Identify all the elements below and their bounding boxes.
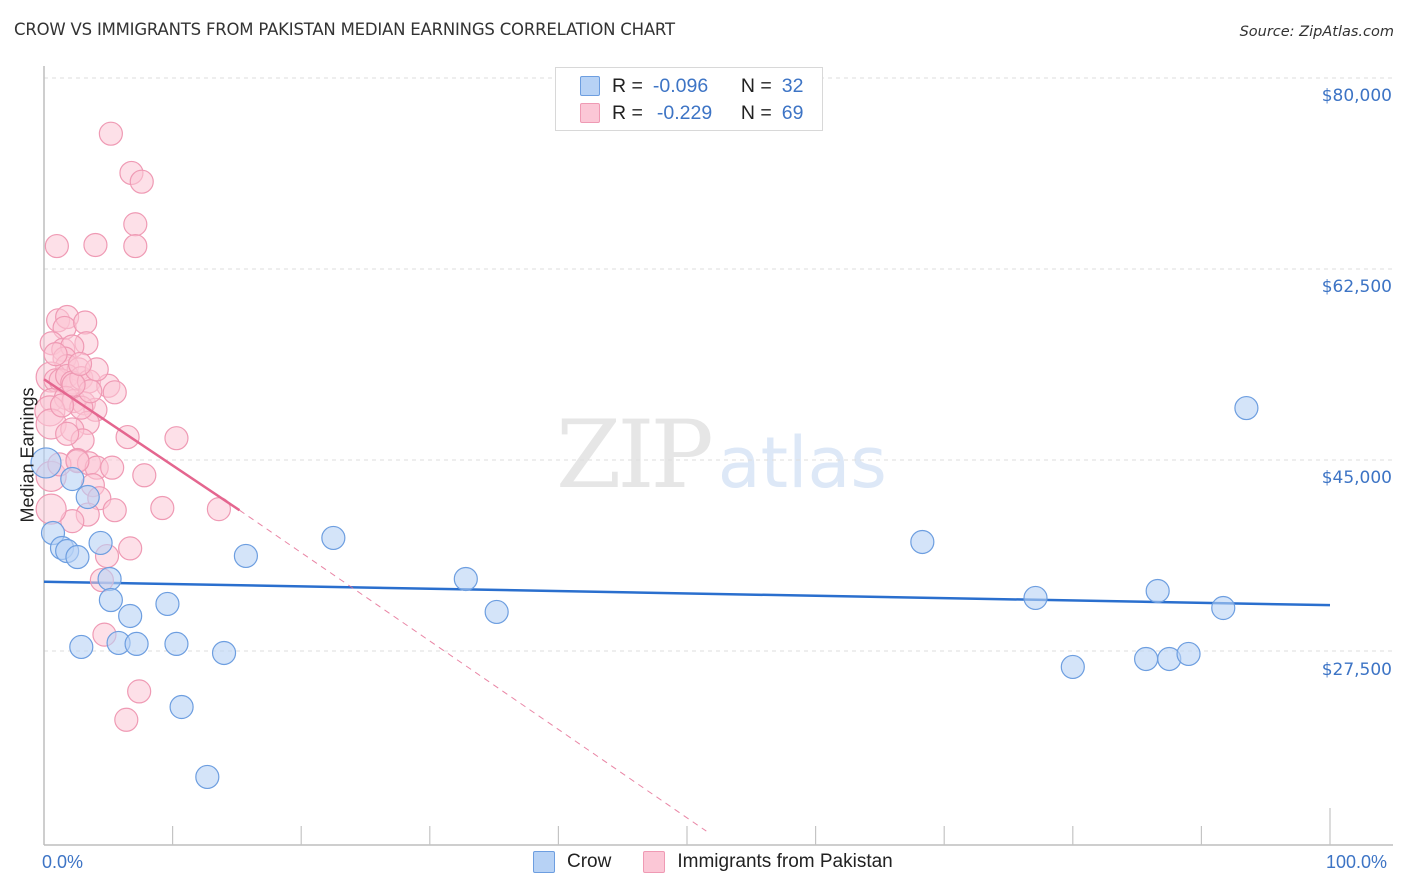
n-label: N = (740, 101, 772, 124)
crow-point (98, 587, 123, 613)
crow-point (88, 530, 113, 556)
x-tick-label: 0.0% (42, 852, 84, 872)
y-tick-label: $62,500 (1321, 277, 1392, 297)
crow-point (164, 631, 189, 657)
pakistan-point (100, 455, 125, 480)
pakistan-point (35, 493, 67, 525)
crow-point (1023, 585, 1048, 611)
legend-item-crow[interactable]: Crow (533, 851, 611, 873)
pakistan-point (83, 232, 108, 258)
n-value: 69 (781, 101, 804, 124)
r-value: -0.229 (656, 101, 713, 124)
legend-label: Immigrants from Pakistan (677, 851, 893, 872)
crow-point (484, 599, 509, 625)
crow-swatch-icon (533, 851, 555, 873)
pakistan-point (118, 536, 143, 561)
scatter-plot (30, 66, 1393, 846)
crow-point (1176, 641, 1201, 667)
crow-point (453, 566, 478, 592)
crow-point (321, 525, 346, 551)
pakistan-point (67, 351, 93, 377)
legend-item-pakistan[interactable]: Immigrants from Pakistan (643, 851, 893, 873)
pakistan-swatch-icon (643, 851, 666, 873)
correlation-legend: R = -0.096 N = 32 R = -0.229 N = 69 (555, 67, 823, 131)
crow-point (75, 484, 100, 510)
crow-point (1060, 654, 1085, 680)
crow-point (60, 466, 85, 492)
crow-point (211, 640, 237, 666)
pakistan-point (73, 310, 98, 335)
legend-row-pakistan: R = -0.229 N = 69 (580, 100, 803, 126)
crow-point (97, 566, 122, 592)
crow-point (1134, 646, 1159, 672)
crow-point (1145, 578, 1170, 604)
pakistan-point (127, 679, 152, 704)
pakistan-trend-extension (239, 509, 707, 832)
pakistan-point (164, 426, 189, 451)
x-tick-label: 100.0% (1326, 852, 1388, 872)
crow-point (118, 603, 143, 629)
n-value: 32 (781, 74, 804, 97)
pakistan-point (44, 233, 69, 259)
crow-point (1211, 595, 1236, 621)
y-tick-label: $45,000 (1321, 468, 1392, 488)
legend-row-crow: R = -0.096 N = 32 (580, 73, 803, 99)
n-label: N = (740, 74, 772, 97)
pakistan-point (43, 342, 68, 367)
y-axis-label: Median Earnings (17, 387, 38, 523)
crow-point (69, 634, 94, 660)
r-value: -0.096 (652, 74, 709, 97)
pakistan-point (129, 169, 154, 194)
pakistan-point (114, 707, 139, 732)
series-legend: Crow Immigrants from Pakistan (533, 851, 925, 873)
pakistan-trend (43, 378, 707, 832)
legend-label: Crow (567, 851, 612, 872)
pakistan-point (150, 495, 175, 521)
pakistan-point (132, 463, 157, 488)
y-tick-label: $80,000 (1321, 86, 1392, 106)
pakistan-swatch-icon (580, 103, 600, 123)
crow-point (124, 631, 149, 657)
axes (43, 66, 1393, 846)
pakistan-point (102, 498, 127, 523)
pakistan-point (98, 121, 123, 146)
r-label: R = (612, 101, 643, 124)
pakistan-point (123, 212, 148, 237)
crow-point (65, 544, 90, 570)
y-tick-label: $27,500 (1321, 660, 1392, 680)
pakistan-point (102, 380, 127, 405)
crow-point (1234, 395, 1259, 421)
r-label: R = (612, 74, 643, 97)
crow-point (169, 694, 194, 720)
crow-swatch-icon (580, 76, 600, 96)
crow-point (233, 543, 259, 569)
pakistan-point (55, 421, 80, 446)
crow-trend (43, 580, 1331, 607)
crow-point (910, 529, 935, 555)
pakistan-point (123, 233, 148, 259)
crow-point (155, 591, 180, 617)
crow-trend-line (43, 580, 1331, 607)
crow-point (195, 764, 220, 790)
